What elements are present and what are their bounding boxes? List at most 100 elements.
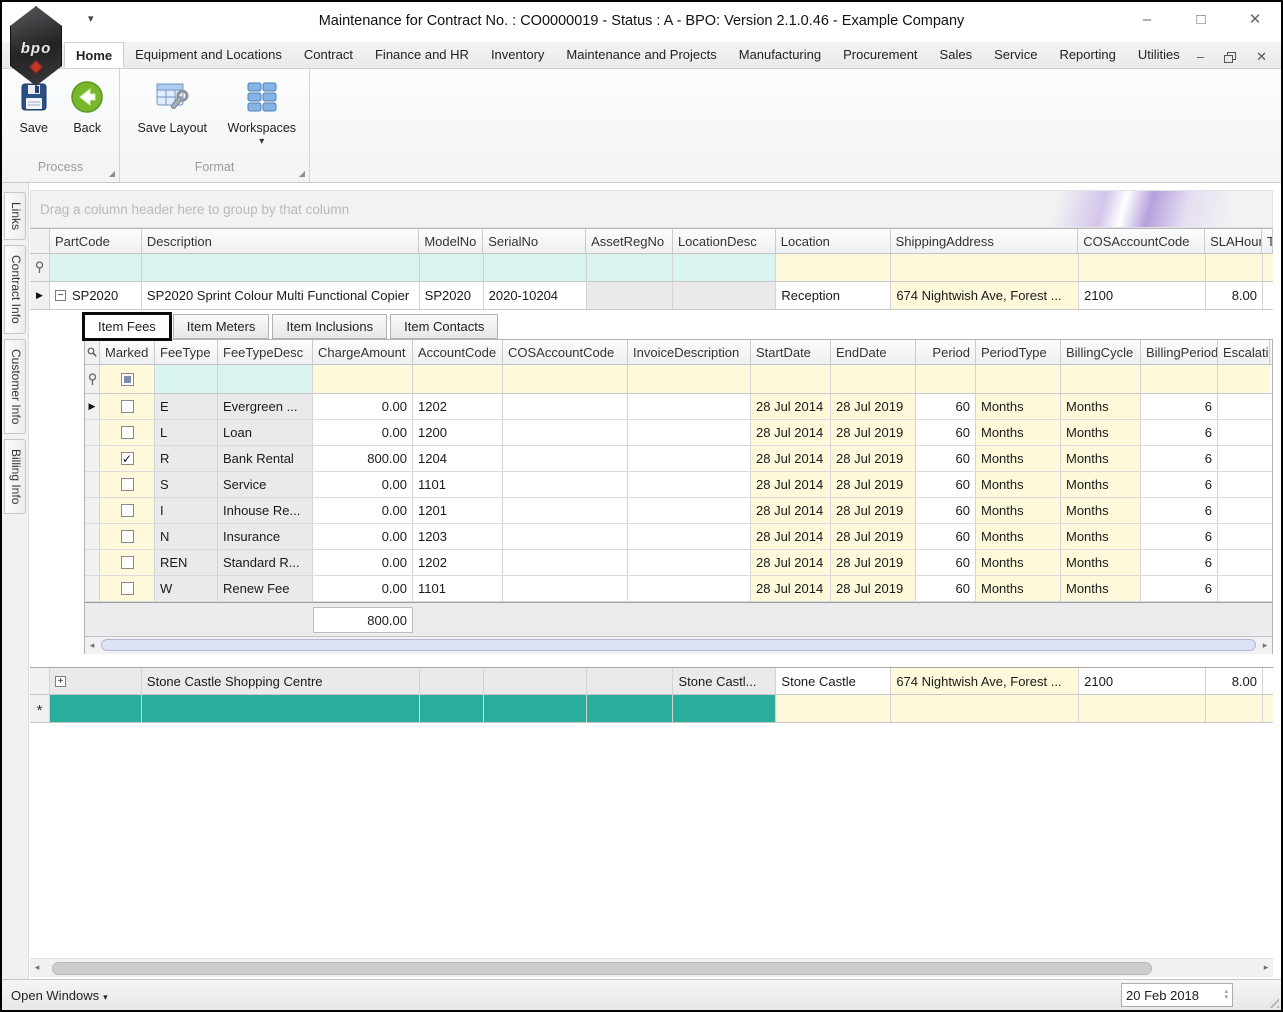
invoicedescription-cell[interactable] [628, 576, 751, 601]
enddate-cell[interactable]: 28 Jul 2019 [831, 472, 916, 497]
tab-reporting[interactable]: Reporting [1048, 42, 1126, 68]
feetypedesc-cell[interactable]: Renew Fee [218, 576, 313, 601]
enddate-cell[interactable]: 28 Jul 2019 [831, 420, 916, 445]
period-cell[interactable]: 60 [916, 472, 976, 497]
period-cell[interactable]: 60 [916, 576, 976, 601]
col-marked[interactable]: Marked [100, 340, 155, 364]
filter-feetypedesc[interactable] [218, 365, 313, 393]
sidebar-tab-customer-info[interactable]: Customer Info [4, 338, 26, 435]
modelno-cell[interactable] [419, 668, 484, 694]
tab-item-contacts[interactable]: Item Contacts [390, 314, 499, 339]
chargeamount-cell[interactable]: 0.00 [313, 420, 413, 445]
partcode-cell[interactable]: + [49, 668, 142, 694]
col-slahours[interactable]: SLAHours [1205, 229, 1262, 253]
filter-slahours[interactable] [1206, 254, 1263, 281]
filter-cosaccountcode[interactable] [503, 365, 628, 393]
col-period[interactable]: Period [916, 340, 976, 364]
truncated-cell[interactable] [1263, 668, 1273, 694]
truncated-cell[interactable] [1263, 695, 1273, 722]
serialno-cell[interactable]: 2020-10204 [484, 282, 587, 309]
escalation-cell[interactable] [1218, 576, 1270, 601]
workspaces-button[interactable]: Workspaces ▾ [223, 75, 301, 147]
period-cell[interactable]: 60 [916, 446, 976, 471]
enddate-cell[interactable]: 28 Jul 2019 [831, 498, 916, 523]
description-cell[interactable] [141, 695, 420, 722]
period-cell[interactable]: 60 [916, 394, 976, 419]
escalation-cell[interactable] [1218, 420, 1270, 445]
startdate-cell[interactable]: 28 Jul 2014 [751, 524, 831, 549]
billingperiod-cell[interactable]: 6 [1141, 394, 1218, 419]
col-cosaccountcode[interactable]: COSAccountCode [1078, 229, 1206, 253]
tab-procurement[interactable]: Procurement [832, 42, 928, 68]
assetregno-cell[interactable] [586, 695, 674, 722]
col-billingperiod[interactable]: BillingPeriod [1141, 340, 1218, 364]
col-escalation[interactable]: Escalatio [1218, 340, 1270, 364]
tab-contract[interactable]: Contract [293, 42, 364, 68]
period-cell[interactable]: 60 [916, 524, 976, 549]
fee-row-insurance[interactable]: N Insurance 0.00 1203 28 Jul 2014 28 Jul… [85, 524, 1272, 550]
marked-checkbox[interactable] [100, 472, 155, 497]
enddate-cell[interactable]: 28 Jul 2019 [831, 550, 916, 575]
billingcycle-cell[interactable]: Months [1061, 420, 1141, 445]
marked-checkbox[interactable] [100, 420, 155, 445]
col-location[interactable]: Location [776, 229, 891, 253]
marked-checkbox[interactable] [100, 394, 155, 419]
sidebar-tab-links[interactable]: Links [4, 192, 26, 241]
tab-item-meters[interactable]: Item Meters [172, 314, 270, 339]
serialno-cell[interactable] [483, 695, 587, 722]
cosaccountcode-cell[interactable]: 2100 [1079, 282, 1207, 309]
invoicedescription-cell[interactable] [628, 472, 751, 497]
accountcode-cell[interactable]: 1204 [413, 446, 503, 471]
invoicedescription-cell[interactable] [628, 524, 751, 549]
assetregno-cell[interactable] [586, 282, 674, 309]
chargeamount-cell[interactable]: 0.00 [313, 498, 413, 523]
billingperiod-cell[interactable]: 6 [1141, 472, 1218, 497]
filter-location[interactable] [776, 254, 892, 281]
tab-service[interactable]: Service [983, 42, 1048, 68]
periodtype-cell[interactable]: Months [976, 550, 1061, 575]
escalation-cell[interactable] [1218, 446, 1270, 471]
filter-description[interactable] [141, 254, 420, 281]
resize-grip[interactable] [1265, 994, 1279, 1008]
accountcode-cell[interactable]: 1101 [413, 472, 503, 497]
fee-row-standard-rental[interactable]: REN Standard R... 0.00 1202 28 Jul 2014 … [85, 550, 1272, 576]
periodtype-cell[interactable]: Months [976, 498, 1061, 523]
group-by-panel[interactable]: Drag a column header here to group by th… [30, 190, 1273, 228]
invoicedescription-cell[interactable] [628, 498, 751, 523]
cosaccountcode-cell[interactable] [503, 472, 628, 497]
filter-modelno[interactable] [419, 254, 484, 281]
search-icon[interactable] [85, 340, 100, 364]
escalation-cell[interactable] [1218, 498, 1270, 523]
col-accountcode[interactable]: AccountCode [413, 340, 503, 364]
scroll-thumb[interactable] [52, 962, 1152, 975]
filter-billingcycle[interactable] [1061, 365, 1141, 393]
ribbon-restore-icon[interactable] [1224, 51, 1237, 63]
chargeamount-cell[interactable]: 0.00 [313, 472, 413, 497]
locationdesc-cell[interactable]: Stone Castl... [673, 668, 777, 694]
filter-partcode[interactable] [49, 254, 142, 281]
locationdesc-cell[interactable] [673, 282, 777, 309]
fee-row-bank-rental[interactable]: ✓ R Bank Rental 800.00 1204 28 Jul 2014 … [85, 446, 1272, 472]
billingcycle-cell[interactable]: Months [1061, 446, 1141, 471]
enddate-cell[interactable]: 28 Jul 2019 [831, 576, 916, 601]
back-button[interactable]: Back [64, 75, 112, 135]
periodtype-cell[interactable]: Months [976, 420, 1061, 445]
escalation-cell[interactable] [1218, 524, 1270, 549]
periodtype-cell[interactable]: Months [976, 524, 1061, 549]
description-cell[interactable]: Stone Castle Shopping Centre [141, 668, 420, 694]
enddate-cell[interactable]: 28 Jul 2019 [831, 446, 916, 471]
tab-inventory[interactable]: Inventory [480, 42, 555, 68]
period-cell[interactable]: 60 [916, 420, 976, 445]
col-serialno[interactable]: SerialNo [483, 229, 587, 253]
tab-home[interactable]: Home [64, 42, 125, 68]
startdate-cell[interactable]: 28 Jul 2014 [751, 420, 831, 445]
filter-feetype[interactable] [155, 365, 218, 393]
col-enddate[interactable]: EndDate [831, 340, 916, 364]
sidebar-tab-contract-info[interactable]: Contract Info [4, 245, 26, 334]
filter-cosaccountcode[interactable] [1079, 254, 1207, 281]
shippingaddress-cell[interactable]: 674 Nightwish Ave, Forest ... [891, 668, 1080, 694]
billingperiod-cell[interactable]: 6 [1141, 498, 1218, 523]
ribbon-minimize-icon[interactable]: – [1197, 50, 1204, 64]
shippingaddress-cell[interactable] [891, 695, 1080, 722]
fees-horizontal-scrollbar[interactable]: ◂ ▸ [85, 637, 1272, 654]
